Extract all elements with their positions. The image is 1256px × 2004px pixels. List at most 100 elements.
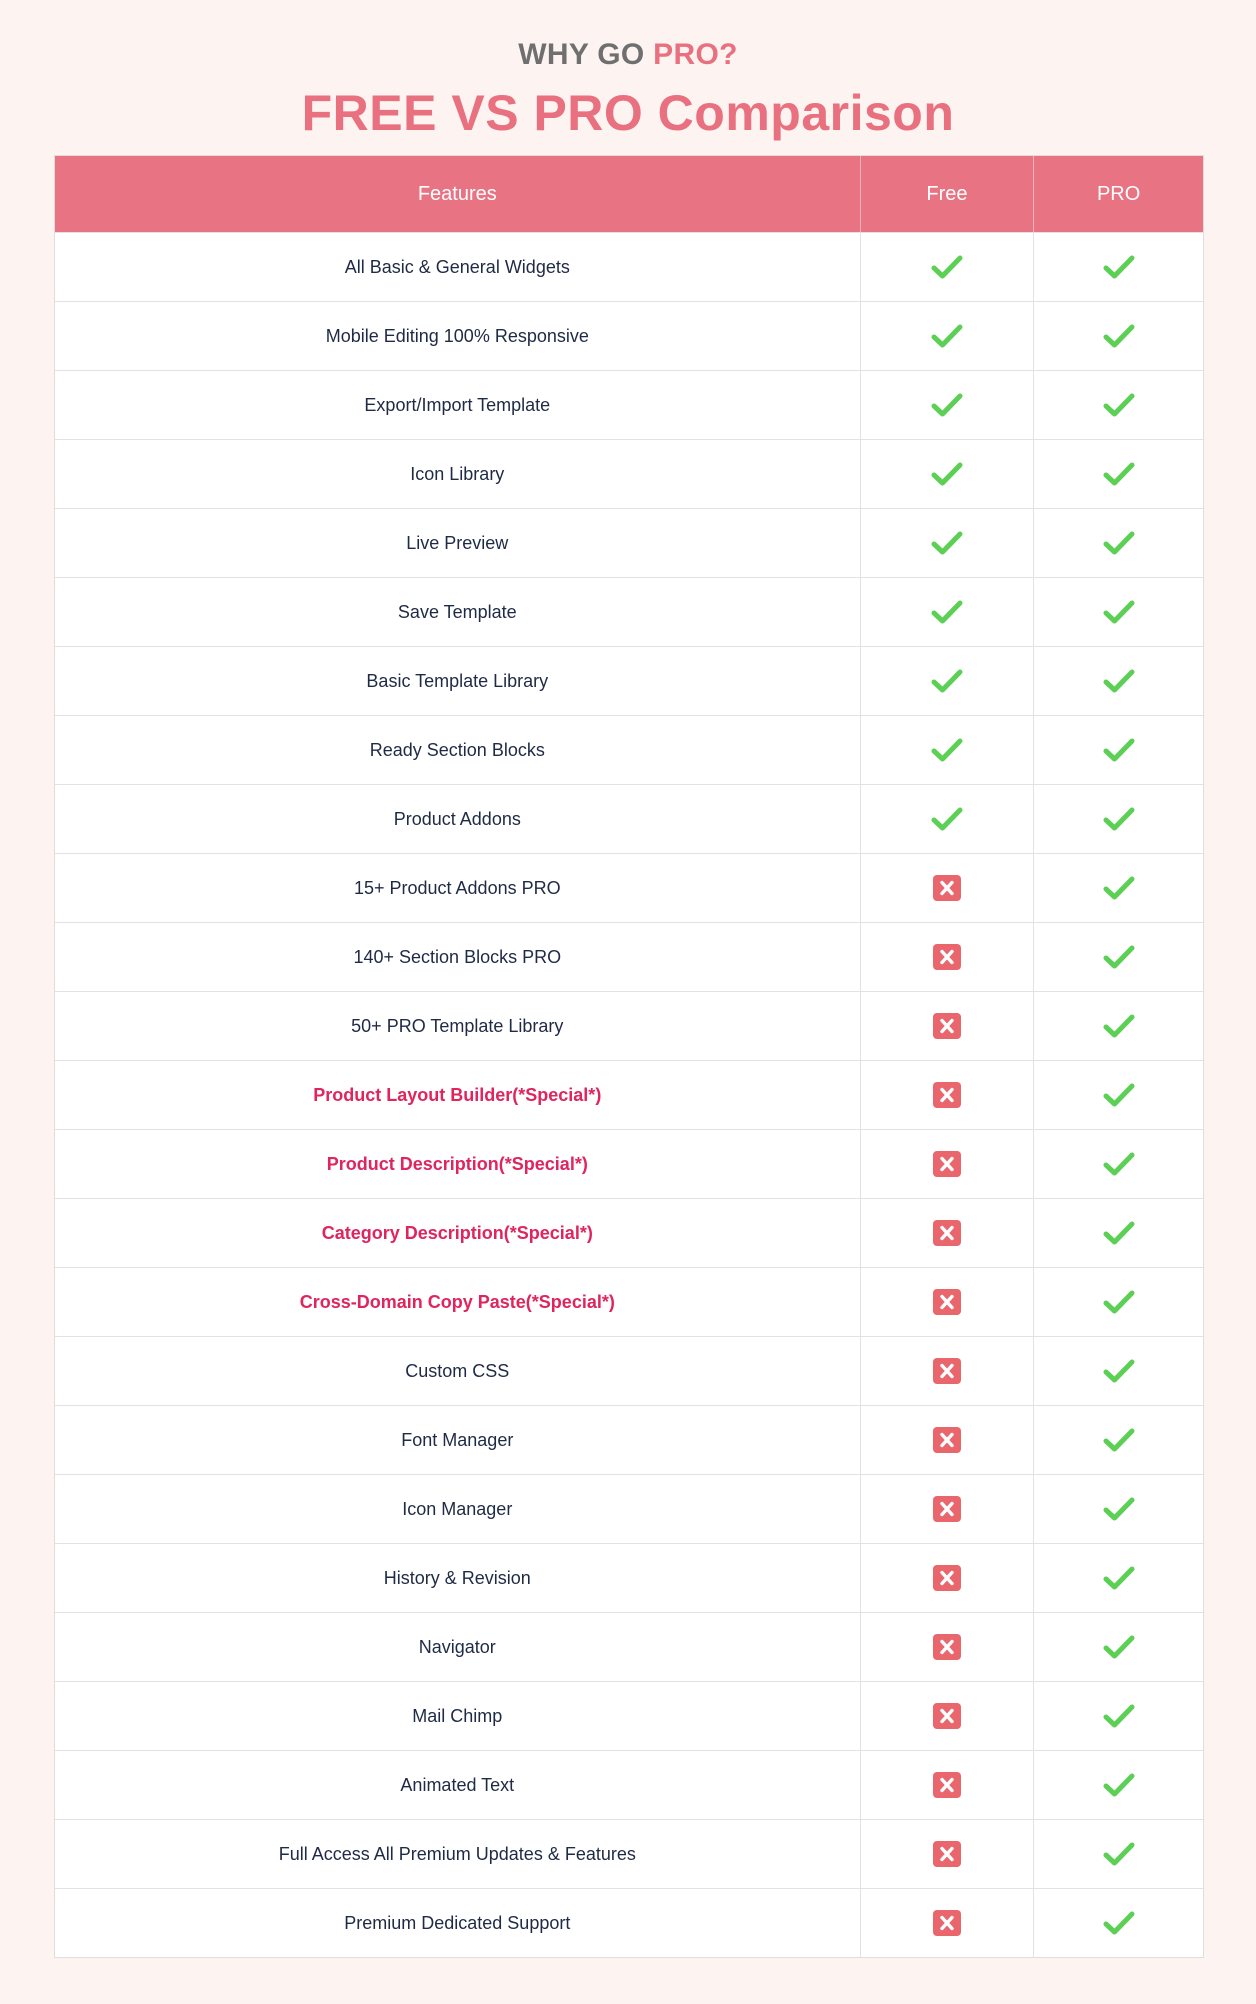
checkmark-icon (1103, 1566, 1135, 1590)
section-eyebrow: WHY GO PRO? (0, 38, 1256, 72)
pro-availability (1033, 1061, 1203, 1129)
feature-name: Mail Chimp (412, 1705, 503, 1726)
pro-availability (1033, 1613, 1203, 1681)
feature-name: Icon Library (410, 463, 505, 484)
table-row: Export/Import Template (55, 370, 1203, 439)
free-availability (859, 854, 1034, 922)
cross-icon (932, 1220, 961, 1246)
table-row: Full Access All Premium Updates & Featur… (55, 1819, 1203, 1888)
free-availability (859, 1544, 1034, 1612)
pro-availability (1033, 1820, 1203, 1888)
feature-name: Live Preview (406, 532, 509, 553)
eyebrow-prefix: WHY GO (518, 38, 654, 71)
cross-icon (932, 1772, 961, 1798)
pro-availability (1033, 1751, 1203, 1819)
checkmark-icon (1103, 1704, 1135, 1728)
column-header-free: Free (859, 156, 1034, 232)
table-row: All Basic & General Widgets (55, 232, 1203, 301)
pro-availability (1033, 1337, 1203, 1405)
feature-name: Product Layout Builder(*Special*) (313, 1084, 602, 1105)
pro-availability (1033, 1130, 1203, 1198)
free-availability (859, 578, 1034, 646)
column-header-pro: PRO (1033, 156, 1203, 232)
checkmark-icon (1103, 945, 1135, 969)
checkmark-icon (1103, 600, 1135, 624)
feature-name: Icon Manager (402, 1498, 513, 1519)
cross-icon (932, 1082, 961, 1108)
free-availability (859, 1751, 1034, 1819)
table-header-row: Features Free PRO (55, 156, 1203, 232)
feature-name: Ready Section Blocks (369, 739, 545, 760)
checkmark-icon (1103, 1911, 1135, 1935)
table-row: History & Revision (55, 1543, 1203, 1612)
cross-icon (932, 1634, 961, 1660)
table-row: 15+ Product Addons PRO (55, 853, 1203, 922)
feature-name: Category Description(*Special*) (321, 1222, 593, 1243)
cross-icon (932, 1910, 961, 1936)
free-availability (859, 509, 1034, 577)
feature-name: All Basic & General Widgets (344, 256, 570, 277)
table-row: Basic Template Library (55, 646, 1203, 715)
checkmark-icon (1103, 1635, 1135, 1659)
pro-availability (1033, 1682, 1203, 1750)
checkmark-icon (931, 531, 963, 555)
checkmark-icon (1103, 462, 1135, 486)
free-availability (859, 923, 1034, 991)
table-row: Cross-Domain Copy Paste(*Special*) (55, 1267, 1203, 1336)
feature-name: Custom CSS (405, 1360, 510, 1381)
checkmark-icon (1103, 324, 1135, 348)
checkmark-icon (931, 255, 963, 279)
checkmark-icon (931, 462, 963, 486)
table-row: Product Layout Builder(*Special*) (55, 1060, 1203, 1129)
free-availability (859, 233, 1034, 301)
checkmark-icon (1103, 807, 1135, 831)
cross-icon (932, 1565, 961, 1591)
free-availability (859, 1475, 1034, 1543)
pro-availability (1033, 233, 1203, 301)
pro-availability (1033, 923, 1203, 991)
checkmark-icon (931, 324, 963, 348)
page-title: FREE VS PRO Comparison (301, 85, 955, 141)
free-availability (859, 1061, 1034, 1129)
column-header-features: Features (417, 182, 497, 205)
table-row: Mobile Editing 100% Responsive (55, 301, 1203, 370)
checkmark-icon (1103, 738, 1135, 762)
free-availability (859, 1130, 1034, 1198)
comparison-table: Features Free PRO All Basic & General Wi… (54, 155, 1204, 1958)
table-row: 140+ Section Blocks PRO (55, 922, 1203, 991)
checkmark-icon (931, 738, 963, 762)
pro-availability (1033, 1889, 1203, 1957)
table-row: Premium Dedicated Support (55, 1888, 1203, 1957)
table-body: All Basic & General Widgets Mobile Editin… (55, 232, 1203, 1957)
pro-availability (1033, 509, 1203, 577)
checkmark-icon (1103, 1290, 1135, 1314)
checkmark-icon (931, 393, 963, 417)
free-availability (859, 647, 1034, 715)
table-row: Live Preview (55, 508, 1203, 577)
feature-name: Navigator (418, 1636, 496, 1657)
checkmark-icon (931, 669, 963, 693)
feature-name: Cross-Domain Copy Paste(*Special*) (299, 1291, 615, 1312)
checkmark-icon (1103, 1014, 1135, 1038)
feature-name: Export/Import Template (364, 394, 551, 415)
pro-availability (1033, 371, 1203, 439)
pro-availability (1033, 1544, 1203, 1612)
cross-icon (932, 944, 961, 970)
table-row: Ready Section Blocks (55, 715, 1203, 784)
free-availability (859, 1199, 1034, 1267)
pro-availability (1033, 1406, 1203, 1474)
table-row: Custom CSS (55, 1336, 1203, 1405)
cross-icon (932, 1151, 961, 1177)
checkmark-icon (1103, 1359, 1135, 1383)
pro-availability (1033, 1475, 1203, 1543)
feature-name: 140+ Section Blocks PRO (353, 946, 562, 967)
checkmark-icon (1103, 1773, 1135, 1797)
pro-availability (1033, 854, 1203, 922)
free-availability (859, 371, 1034, 439)
free-availability (859, 716, 1034, 784)
checkmark-icon (1103, 393, 1135, 417)
free-availability (859, 992, 1034, 1060)
feature-name: History & Revision (383, 1567, 531, 1588)
feature-name: Mobile Editing 100% Responsive (325, 325, 589, 346)
free-availability (859, 1682, 1034, 1750)
